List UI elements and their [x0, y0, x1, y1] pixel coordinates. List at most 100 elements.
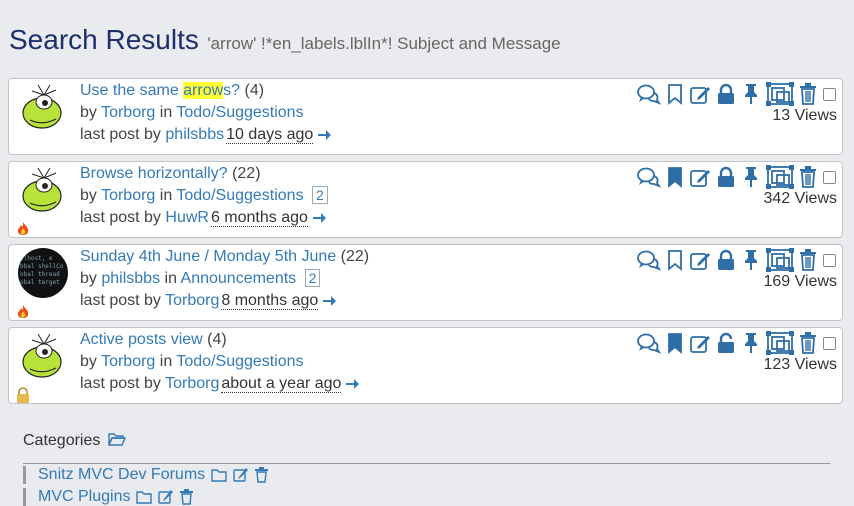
delete-icon[interactable] [799, 83, 817, 105]
edit-icon[interactable] [689, 166, 711, 188]
delete-icon[interactable] [799, 249, 817, 271]
edit-icon[interactable] [689, 249, 711, 271]
topic-subject-link[interactable]: Browse horizontally? [80, 165, 228, 182]
view-count: 169 Views [763, 273, 837, 290]
select-topic-checkbox[interactable] [823, 253, 836, 267]
select-topic-checkbox[interactable] [823, 170, 836, 184]
last-post-time: 8 months ago [221, 292, 319, 310]
author-link[interactable]: Torborg [101, 187, 155, 204]
page-heading: Search Results [9, 24, 199, 55]
lock-icon[interactable] [716, 249, 736, 271]
reply-count: (22) [232, 165, 261, 182]
move-topic-icon[interactable] [766, 82, 794, 106]
categories-header[interactable]: Categories [23, 432, 126, 450]
move-topic-icon[interactable] [766, 248, 794, 272]
page-link[interactable]: 2 [312, 186, 328, 204]
last-post-time: 10 days ago [226, 126, 314, 144]
category-marker [23, 466, 26, 484]
author-avatar[interactable]: o(host, e bbal shellCo obal thread obal ta… [18, 248, 68, 298]
move-topic-icon[interactable] [766, 331, 794, 355]
topic-author-line: by philsbbs in Announcements 2 [80, 268, 369, 290]
forum-link[interactable]: Announcements [181, 270, 297, 287]
bookmark-icon[interactable] [666, 332, 684, 354]
author-avatar[interactable] [18, 165, 68, 215]
pin-icon[interactable] [741, 332, 761, 354]
bookmark-icon[interactable] [666, 83, 684, 105]
select-topic-checkbox[interactable] [823, 87, 836, 101]
reply-chat-icon[interactable] [637, 166, 661, 188]
categories-divider [23, 463, 830, 464]
categories-label: Categories [23, 432, 101, 449]
avatar-image [18, 331, 68, 381]
author-link[interactable]: Torborg [101, 104, 155, 121]
folder-icon[interactable] [136, 490, 153, 504]
forum-link[interactable]: Todo/Suggestions [176, 187, 303, 204]
topic-info: Use the same arrows? (4) by Torborg in T… [80, 80, 332, 146]
bookmark-icon[interactable] [666, 249, 684, 271]
view-count: 123 Views [763, 356, 837, 373]
topic-subject-link[interactable]: Active posts view [80, 331, 203, 348]
author-avatar[interactable] [18, 82, 68, 132]
folder-open-icon [107, 433, 126, 446]
reply-count: (4) [207, 331, 227, 348]
category-link[interactable]: Snitz MVC Dev Forums [38, 466, 205, 484]
select-topic-checkbox[interactable] [823, 336, 836, 350]
search-query-summary: 'arrow' !*en_labels.lblIn*! Subject and … [207, 34, 561, 53]
delete-icon[interactable] [255, 467, 269, 483]
last-post-author-link[interactable]: Torborg [165, 375, 219, 392]
pin-icon[interactable] [741, 166, 761, 188]
go-to-last-post-icon[interactable] [312, 211, 326, 225]
topic-subject-link[interactable]: Sunday 4th June / Monday 5th June [80, 248, 336, 265]
delete-icon[interactable] [180, 489, 194, 505]
lock-icon[interactable] [716, 166, 736, 188]
go-to-last-post-icon[interactable] [317, 128, 332, 142]
last-post-author-link[interactable]: Torborg [165, 292, 219, 309]
topic-tools [637, 248, 836, 272]
avatar-image [18, 82, 68, 132]
reply-count: (4) [244, 82, 265, 99]
go-to-last-post-icon[interactable] [345, 377, 360, 391]
last-post-author-link[interactable]: philsbbs [165, 126, 224, 143]
category-item: Snitz MVC Dev Forums [23, 466, 269, 484]
bookmark-icon[interactable] [666, 166, 684, 188]
search-term-highlight: arrow [183, 82, 224, 99]
page-link[interactable]: 2 [304, 269, 321, 287]
delete-icon[interactable] [799, 166, 817, 188]
author-link[interactable]: philsbbs [101, 270, 160, 287]
reply-chat-icon[interactable] [637, 249, 661, 271]
category-link[interactable]: MVC Plugins [38, 488, 130, 506]
reply-chat-icon[interactable] [637, 332, 661, 354]
topic-subject-line: Use the same arrows? (4) [80, 80, 331, 102]
avatar-image: o(host, ebbal shellCo obal threadobal ta… [18, 248, 68, 298]
author-avatar[interactable] [18, 331, 68, 381]
topic-author-line: by Torborg in Todo/Suggestions 2 [80, 185, 328, 207]
topic-status-badge [16, 304, 30, 320]
hot-topic-icon [17, 222, 29, 235]
delete-icon[interactable] [799, 332, 817, 354]
topic-subject-link[interactable]: Use the same arrows? [80, 82, 240, 99]
topic-tools [637, 165, 836, 189]
edit-icon[interactable] [158, 489, 174, 505]
topic-status-badge [16, 387, 30, 403]
forum-link[interactable]: Todo/Suggestions [176, 104, 303, 121]
edit-icon[interactable] [689, 332, 711, 354]
reply-chat-icon[interactable] [637, 83, 661, 105]
edit-icon[interactable] [233, 467, 249, 483]
edit-icon[interactable] [689, 83, 711, 105]
lock-icon[interactable] [716, 83, 736, 105]
topic-info: Sunday 4th June / Monday 5th June (22) b… [80, 246, 369, 312]
folder-icon[interactable] [211, 468, 227, 482]
forum-link[interactable]: Todo/Suggestions [176, 353, 303, 370]
last-post-author-link[interactable]: HuwR [165, 209, 209, 226]
category-marker [23, 488, 26, 506]
topic-row: Browse horizontally? (22) by Torborg in … [8, 161, 843, 238]
move-topic-icon[interactable] [766, 165, 794, 189]
pin-icon[interactable] [741, 83, 761, 105]
unlock-icon[interactable] [716, 332, 736, 354]
go-to-last-post-icon[interactable] [322, 294, 337, 308]
svg-text:obal thread: obal thread [20, 271, 60, 278]
pin-icon[interactable] [741, 249, 761, 271]
category-item: MVC Plugins [23, 488, 194, 506]
topic-info: Active posts view (4) by Torborg in Todo… [80, 329, 360, 395]
author-link[interactable]: Torborg [101, 353, 155, 370]
